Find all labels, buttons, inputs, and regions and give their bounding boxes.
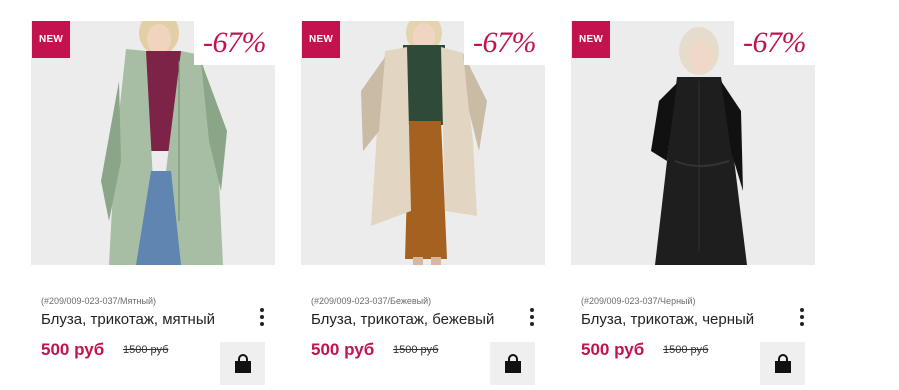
more-vertical-icon-dot: [800, 322, 804, 326]
product-name[interactable]: Блуза, трикотаж, мятный: [41, 311, 215, 328]
current-price: 500 руб: [41, 340, 105, 359]
more-vertical-icon-dot: [800, 315, 804, 319]
product-name[interactable]: Блуза, трикотаж, бежевый: [311, 311, 494, 328]
discount-badge: -67%: [734, 21, 815, 65]
product-name[interactable]: Блуза, трикотаж, черный: [581, 311, 754, 328]
product-card[interactable]: NEW -67% (#209/009-023-037/Мятный) Блуза…: [31, 0, 289, 390]
more-vertical-icon-dot: [530, 315, 534, 319]
new-badge: NEW: [302, 21, 340, 58]
product-card[interactable]: NEW -67% (#209/009-023-037/Бежевый) Блуз…: [301, 0, 559, 390]
more-vertical-icon-dot: [260, 322, 264, 326]
more-vertical-icon: [260, 308, 264, 312]
product-sku: (#209/009-023-037/Мятный): [41, 296, 157, 306]
old-price: 1500 руб: [663, 344, 709, 356]
product-card[interactable]: NEW -67% (#209/009-023-037/Черный) Блуза…: [571, 0, 829, 390]
discount-badge: -67%: [464, 21, 545, 65]
old-price: 1500 руб: [123, 344, 169, 356]
current-price: 500 руб: [311, 340, 375, 359]
more-vertical-icon: [530, 308, 534, 312]
more-vertical-icon-dot: [530, 322, 534, 326]
more-options-button[interactable]: [525, 306, 539, 328]
new-badge: NEW: [572, 21, 610, 58]
more-options-button[interactable]: [255, 306, 269, 328]
discount-badge: -67%: [194, 21, 275, 65]
shopping-bag-icon: [234, 353, 251, 373]
shopping-bag-icon: [504, 353, 521, 373]
current-price: 500 руб: [581, 340, 645, 359]
add-to-cart-button[interactable]: [220, 342, 265, 385]
more-vertical-icon: [800, 308, 804, 312]
more-options-button[interactable]: [795, 306, 809, 328]
shopping-bag-icon: [774, 353, 791, 373]
add-to-cart-button[interactable]: [760, 342, 805, 385]
old-price: 1500 руб: [393, 344, 439, 356]
more-vertical-icon-dot: [260, 315, 264, 319]
add-to-cart-button[interactable]: [490, 342, 535, 385]
new-badge: NEW: [32, 21, 70, 58]
product-sku: (#209/009-023-037/Черный): [581, 296, 696, 306]
product-sku: (#209/009-023-037/Бежевый): [311, 296, 432, 306]
